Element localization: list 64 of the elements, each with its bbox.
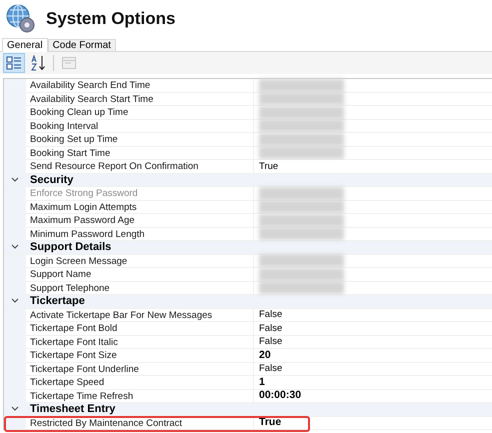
- property-name: Availability Search End Time: [26, 79, 254, 92]
- collapse-chevron-icon[interactable]: [11, 406, 19, 412]
- property-name: Maximum Login Attempts: [26, 200, 254, 213]
- property-name: Booking Start Time: [26, 146, 254, 159]
- property-name: Activate Tickertape Bar For New Messages: [26, 308, 254, 321]
- property-value: True: [259, 416, 282, 430]
- property-row[interactable]: Availability Search Start Time: [26, 92, 492, 106]
- property-row[interactable]: Support Telephone: [26, 282, 492, 295]
- property-row[interactable]: Tickertape Font Bold False: [26, 322, 492, 336]
- property-value: False: [259, 322, 282, 335]
- property-row[interactable]: Availability Search End Time: [26, 79, 492, 92]
- collapse-chevron-icon[interactable]: [11, 244, 19, 250]
- property-name: Tickertape Font Underline: [26, 362, 254, 375]
- property-row[interactable]: Activate Tickertape Bar For New Messages False: [26, 308, 492, 322]
- property-row[interactable]: Booking Start Time: [26, 146, 492, 160]
- property-row[interactable]: Booking Clean up Time: [26, 106, 492, 120]
- property-name: Send Resource Report On Confirmation: [26, 160, 254, 172]
- category-heading: Support Details: [29, 241, 112, 254]
- property-name: Restricted By Maintenance Contract: [26, 416, 254, 429]
- property-name: Tickertape Font Italic: [26, 336, 254, 348]
- property-row[interactable]: Maximum Password Age: [26, 214, 492, 228]
- property-name: Enforce Strong Password: [26, 187, 254, 200]
- category-heading: Security: [29, 174, 74, 186]
- property-name: Tickertape Time Refresh: [26, 390, 254, 402]
- property-value: 20: [259, 348, 271, 362]
- property-name: Login Screen Message: [26, 254, 254, 267]
- property-name: Minimum Password Length: [26, 228, 254, 240]
- property-name: Support Name: [26, 268, 254, 280]
- property-name: Tickertape Font Bold: [26, 322, 254, 334]
- property-row[interactable]: Maximum Login Attempts: [26, 200, 492, 214]
- tab[interactable]: General: [2, 38, 48, 52]
- property-value: False: [259, 362, 282, 376]
- globe-gear-icon: [6, 4, 36, 34]
- property-value: True: [259, 160, 278, 173]
- property-name: Booking Interval: [26, 120, 254, 132]
- window-title: System Options: [46, 8, 176, 30]
- property-row[interactable]: Minimum Password Length: [26, 228, 492, 241]
- property-row[interactable]: Tickertape Speed 1: [26, 376, 492, 390]
- property-row[interactable]: Support Name: [26, 268, 492, 282]
- property-name: Availability Search Start Time: [26, 92, 254, 105]
- property-row[interactable]: Login Screen Message: [26, 254, 492, 268]
- property-name: Maximum Password Age: [26, 214, 254, 226]
- property-name: Booking Clean up Time: [26, 106, 254, 118]
- categorized-view-icon[interactable]: [3, 53, 25, 73]
- property-value: 00:00:30: [259, 389, 302, 402]
- property-value: False: [259, 335, 282, 348]
- property-name: Tickertape Speed: [26, 376, 254, 388]
- category-heading: Tickertape: [29, 295, 85, 308]
- property-name: Booking Set up Time: [26, 133, 254, 146]
- property-value: False: [259, 308, 282, 322]
- property-row[interactable]: Tickertape Font Italic False: [26, 336, 492, 349]
- tab[interactable]: Code Format: [48, 39, 116, 51]
- property-row[interactable]: Booking Set up Time: [26, 133, 492, 146]
- collapse-chevron-icon[interactable]: [11, 176, 19, 183]
- property-value: 1: [259, 376, 265, 389]
- category-heading: Timesheet Entry: [29, 403, 116, 416]
- property-row[interactable]: Tickertape Font Underline False: [26, 362, 492, 376]
- property-row[interactable]: Tickertape Time Refresh 00:00:30: [26, 390, 492, 403]
- property-name: Support Telephone: [26, 282, 254, 294]
- property-name: Tickertape Font Size: [26, 349, 254, 362]
- property-row[interactable]: Booking Interval: [26, 120, 492, 133]
- property-row[interactable]: Send Resource Report On Confirmation True: [26, 160, 492, 174]
- collapse-chevron-icon[interactable]: [11, 298, 19, 304]
- property-row[interactable]: Tickertape Font Size 20: [26, 349, 492, 362]
